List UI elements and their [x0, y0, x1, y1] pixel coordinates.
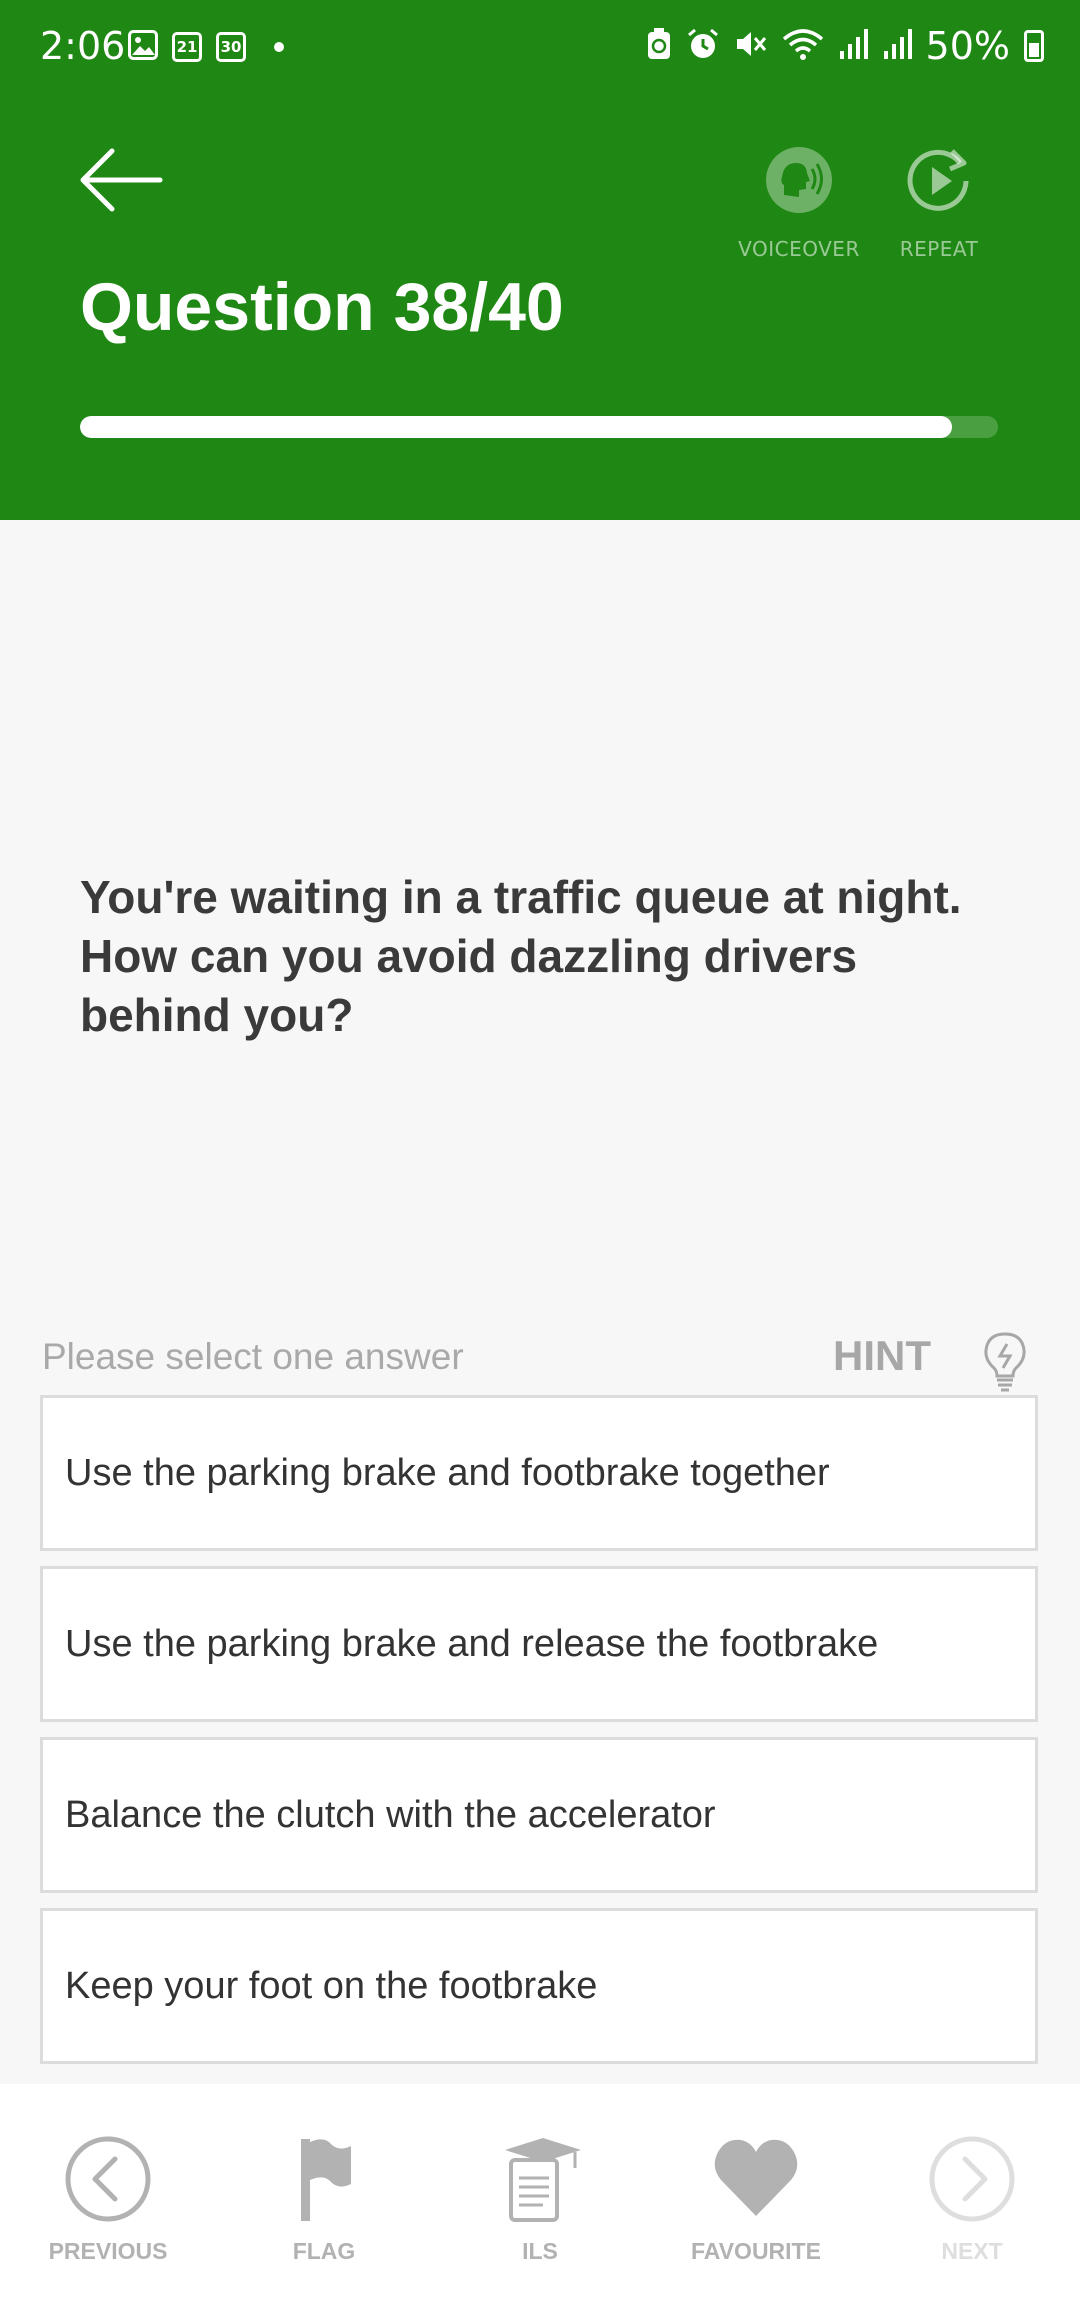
favourite-button[interactable]: FAVOURITE	[656, 2134, 856, 2265]
answer-option-1[interactable]: Use the parking brake and footbrake toge…	[40, 1395, 1038, 1551]
system-icons: 50%	[646, 24, 1044, 68]
progress-fill	[80, 416, 953, 438]
status-time: 2:06	[40, 24, 126, 68]
signal-icon-1	[838, 27, 868, 65]
previous-label: PREVIOUS	[48, 2238, 168, 2264]
gallery-icon	[128, 30, 158, 64]
question-counter-title: Question 38/40	[80, 269, 564, 345]
repeat-icon	[869, 145, 1009, 219]
voiceover-button[interactable]: VOICEOVER	[729, 145, 869, 261]
next-label: NEXT	[941, 2238, 1003, 2264]
ils-button[interactable]: ILS	[440, 2134, 640, 2265]
chevron-left-circle-icon	[63, 2134, 153, 2224]
answer-option-3[interactable]: Balance the clutch with the accelerator	[40, 1737, 1038, 1893]
flag-label: FLAG	[292, 2238, 356, 2264]
notification-icons: 21 30	[128, 30, 284, 64]
battery-icon	[1024, 30, 1044, 62]
ils-label: ILS	[522, 2238, 558, 2264]
answer-instruction: Please select one answer	[42, 1336, 464, 1377]
flag-button[interactable]: FLAG	[224, 2134, 424, 2265]
previous-button[interactable]: PREVIOUS	[8, 2134, 208, 2265]
alarm-icon	[686, 27, 720, 65]
calendar-icon-2: 30	[216, 32, 246, 62]
answer-option-2[interactable]: Use the parking brake and release the fo…	[40, 1566, 1038, 1722]
hint-button[interactable]: HINT	[833, 1332, 931, 1380]
book-graduation-icon	[495, 2134, 585, 2224]
more-notifications-dot	[274, 42, 284, 52]
question-progress-bar	[80, 416, 998, 438]
repeat-label: REPEAT	[899, 237, 979, 261]
signal-icon-2	[882, 27, 912, 65]
favourite-label: FAVOURITE	[691, 2238, 821, 2264]
voiceover-label: VOICEOVER	[738, 237, 860, 261]
next-button[interactable]: NEXT	[872, 2134, 1072, 2265]
status-bar: 2:06 21 30 50%	[0, 0, 1080, 95]
battery-percent: 50%	[925, 24, 1010, 68]
question-text: You're waiting in a traffic queue at nig…	[80, 871, 962, 1041]
mute-icon	[734, 27, 768, 65]
battery-saver-icon	[646, 27, 672, 65]
bottom-navigation: PREVIOUS FLAG ILS FAVOURITE NEXT	[0, 2084, 1080, 2316]
chevron-right-circle-icon	[927, 2134, 1017, 2224]
heart-icon	[711, 2134, 801, 2224]
repeat-button[interactable]: REPEAT	[869, 145, 1009, 261]
wifi-icon	[782, 27, 824, 65]
lightbulb-icon[interactable]	[980, 1330, 1030, 1392]
back-arrow-icon[interactable]	[78, 145, 168, 215]
answer-option-4[interactable]: Keep your foot on the footbrake	[40, 1908, 1038, 2064]
header: 2:06 21 30 50% VOICEOVER REPEAT Question…	[0, 0, 1080, 520]
calendar-icon: 21	[172, 32, 202, 62]
voiceover-icon	[729, 145, 869, 219]
flag-icon	[279, 2134, 369, 2224]
